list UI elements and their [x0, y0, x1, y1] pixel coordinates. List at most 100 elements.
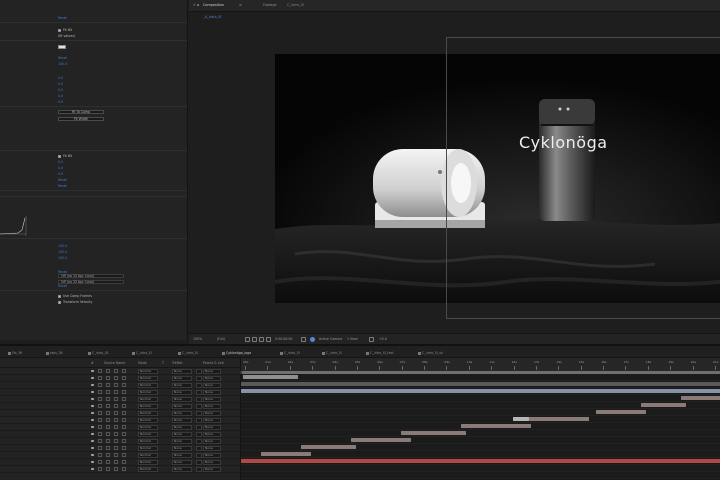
parent-dropdown[interactable]: None [203, 404, 221, 409]
effect-value[interactable]: 0.0 [58, 88, 63, 92]
layer-switch[interactable] [98, 446, 102, 450]
parent-dropdown[interactable]: None [203, 432, 221, 437]
tab-footage-name[interactable]: C_intro_SI [287, 2, 304, 8]
parent-dropdown[interactable]: None [203, 439, 221, 444]
layer-duration-bar[interactable] [461, 424, 531, 428]
pickwhip-icon[interactable] [196, 432, 202, 437]
timeline-tab[interactable]: C_intro_SI [280, 350, 300, 356]
pickwhip-icon[interactable] [196, 397, 202, 402]
eye-icon[interactable] [91, 426, 94, 428]
timeline-tab[interactable]: C_intro_SI [322, 350, 342, 356]
pickwhip-icon[interactable] [196, 446, 202, 451]
mask-visibility-icon[interactable] [259, 337, 264, 342]
layer-row[interactable]: Normal None None [0, 438, 240, 445]
eye-icon[interactable] [91, 461, 94, 463]
layer-row[interactable]: Normal None None [0, 389, 240, 396]
layer-switch[interactable] [114, 439, 118, 443]
layer-switch[interactable] [122, 453, 126, 457]
effect-value[interactable]: 0.0 [58, 172, 63, 176]
layer-switch[interactable] [98, 397, 102, 401]
layer-switch[interactable] [98, 425, 102, 429]
eye-icon[interactable] [91, 405, 94, 407]
effect-value[interactable]: Reset [58, 178, 67, 182]
tab-footage[interactable]: Footage [263, 2, 277, 8]
effect-value[interactable]: 100.0 [58, 256, 67, 260]
layer-switch[interactable] [98, 411, 102, 415]
preview-icon[interactable] [369, 337, 374, 342]
layer-switch[interactable] [98, 404, 102, 408]
blend-mode-dropdown[interactable]: Normal [138, 467, 158, 472]
effect-value[interactable]: 100.0 [58, 250, 67, 254]
layer-duration-bar[interactable] [351, 438, 411, 442]
time-ruler[interactable]: 00s 01s 02s 03s 04s 05s 06s 07s 08s 09s 10s 11s 12s 1… [240, 358, 720, 371]
tab-close-icon[interactable]: ✕ ▪ [193, 2, 199, 8]
layer-switch[interactable] [122, 411, 126, 415]
effect-value[interactable]: 0.0 [58, 100, 63, 104]
pickwhip-icon[interactable] [196, 376, 202, 381]
pickwhip-icon[interactable] [196, 460, 202, 465]
layer-switch[interactable] [114, 397, 118, 401]
layer-duration-bar[interactable] [241, 459, 720, 463]
effect-action-button[interactable]: Fit To Comp [58, 110, 104, 114]
layer-duration-bar[interactable] [241, 382, 720, 386]
layer-switch[interactable] [106, 376, 110, 380]
layer-row[interactable]: Normal None None [0, 424, 240, 431]
layer-row[interactable]: Normal None None [0, 403, 240, 410]
eye-icon[interactable] [91, 419, 94, 421]
blend-mode-dropdown[interactable]: Normal [138, 425, 158, 430]
effect-value[interactable]: 100.0 [58, 62, 67, 66]
layer-row[interactable]: Normal None None [0, 368, 240, 375]
layer-duration-bar[interactable] [681, 396, 720, 400]
layer-duration-bar[interactable] [513, 417, 529, 421]
timeline-tab[interactable]: Ob_36 [8, 350, 22, 356]
parent-dropdown[interactable]: None [203, 453, 221, 458]
trkmat-dropdown[interactable]: None [172, 453, 192, 458]
parent-dropdown[interactable]: None [203, 411, 221, 416]
layer-row[interactable]: Normal None None [0, 466, 240, 473]
zoom-dropdown[interactable]: 100% [193, 337, 202, 342]
layer-duration-bar[interactable] [596, 410, 646, 414]
layer-switch[interactable] [122, 460, 126, 464]
effect-checkbox[interactable] [58, 154, 61, 158]
layer-switch[interactable] [106, 397, 110, 401]
effect-value[interactable]: 0.0 [58, 82, 63, 86]
layer-row[interactable]: Normal None None [0, 382, 240, 389]
trkmat-dropdown[interactable]: None [172, 432, 192, 437]
blend-mode-dropdown[interactable]: Normal [138, 411, 158, 416]
timeline-tab[interactable]: C_intro_01 [88, 350, 109, 356]
layer-switch[interactable] [98, 369, 102, 373]
layer-switch[interactable] [106, 418, 110, 422]
timeline-tab[interactable]: C_intro_SI_text [366, 350, 394, 356]
layer-switch[interactable] [122, 418, 126, 422]
pickwhip-icon[interactable] [196, 404, 202, 409]
pickwhip-icon[interactable] [196, 418, 202, 423]
blend-mode-dropdown[interactable]: Normal [138, 446, 158, 451]
layer-switch[interactable] [122, 376, 126, 380]
trkmat-dropdown[interactable]: None [172, 425, 192, 430]
layer-switch[interactable] [122, 369, 126, 373]
effect-value[interactable]: Reset [58, 284, 67, 288]
layer-switch[interactable] [114, 432, 118, 436]
trkmat-dropdown[interactable]: None [172, 467, 192, 472]
channel-icon[interactable] [310, 337, 315, 342]
eye-icon[interactable] [91, 468, 94, 470]
camera-dropdown[interactable]: Active Camera [319, 337, 342, 342]
layer-row[interactable]: Normal None None [0, 445, 240, 452]
layer-switch[interactable] [114, 418, 118, 422]
trkmat-dropdown[interactable]: None [172, 376, 192, 381]
blend-mode-dropdown[interactable]: Normal [138, 404, 158, 409]
layer-switch[interactable] [122, 446, 126, 450]
effect-checkbox[interactable] [58, 28, 61, 32]
trkmat-dropdown[interactable]: None [172, 439, 192, 444]
parent-dropdown[interactable]: None [203, 460, 221, 465]
layer-switch[interactable] [114, 467, 118, 471]
layer-duration-bar[interactable] [261, 452, 311, 456]
effect-action-button[interactable]: Fit Width [58, 117, 104, 121]
layer-switch[interactable] [114, 369, 118, 373]
layer-switch[interactable] [114, 411, 118, 415]
layer-switch[interactable] [122, 404, 126, 408]
trkmat-dropdown[interactable]: None [172, 383, 192, 388]
fast-preview-icon[interactable] [245, 337, 250, 342]
layer-duration-bar[interactable] [529, 417, 589, 421]
layer-duration-bar[interactable] [401, 431, 466, 435]
